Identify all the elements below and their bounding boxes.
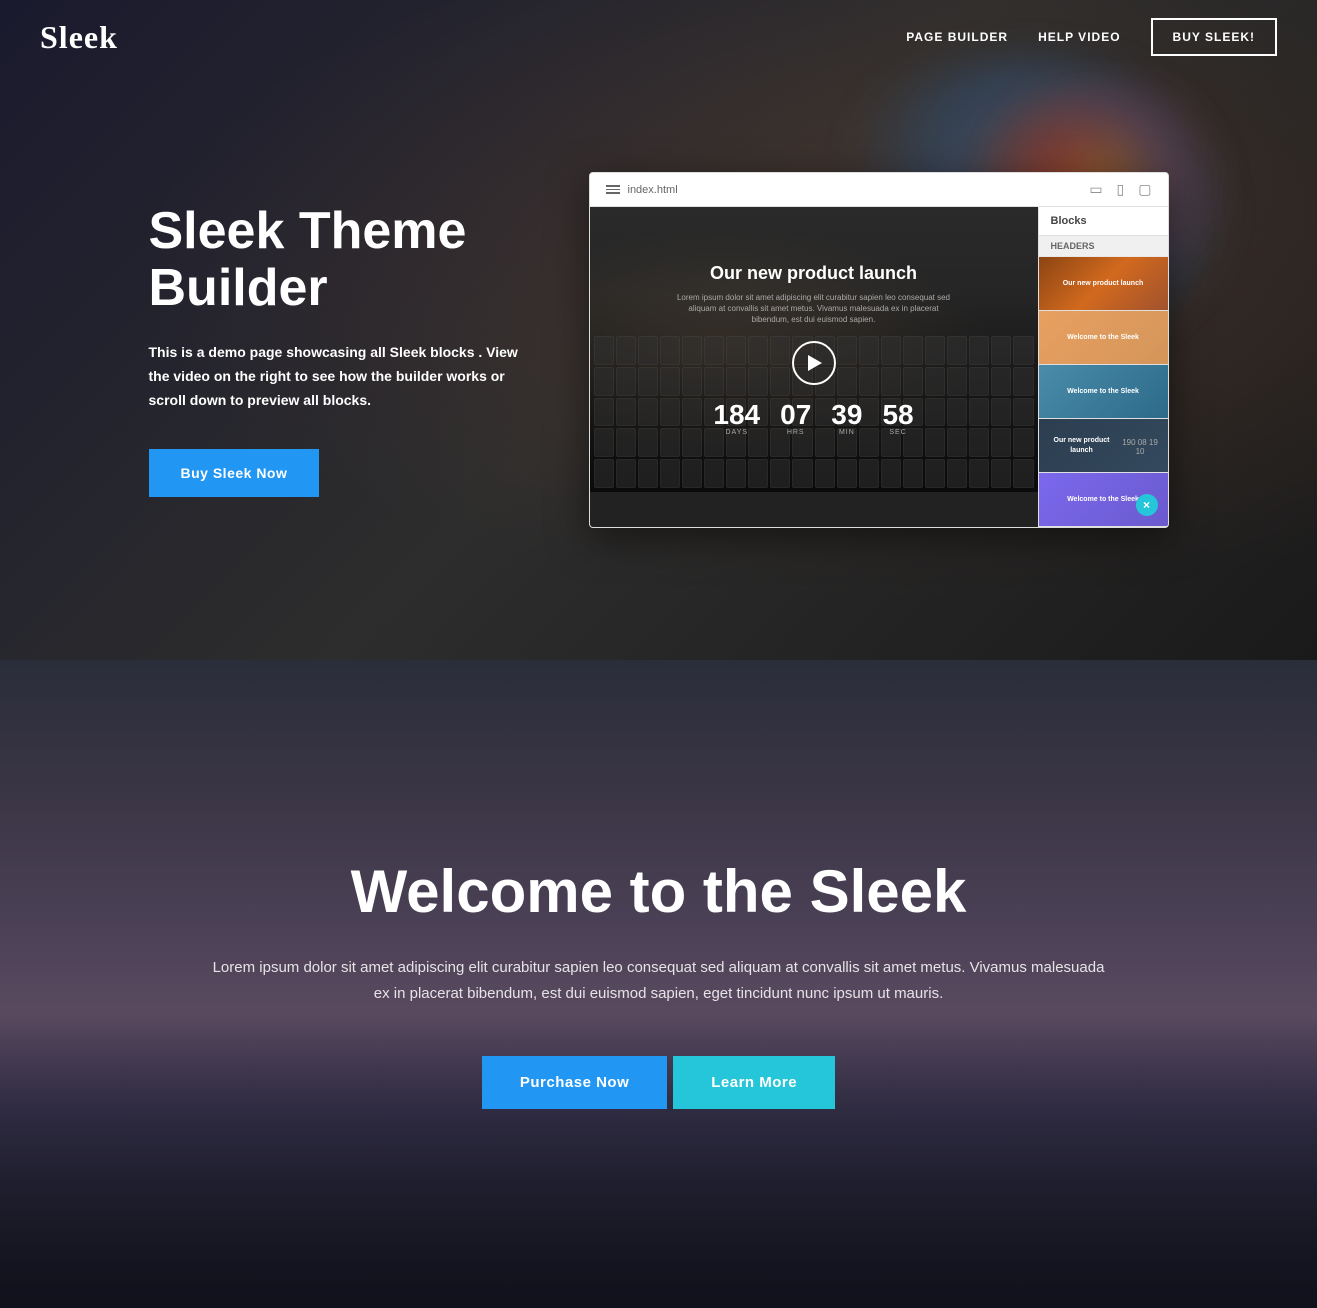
- countdown-days-label: DAYS: [713, 429, 760, 436]
- block-thumb-2-inner: Welcome to the Sleek: [1039, 311, 1168, 364]
- countdown-min-label: MIN: [831, 429, 862, 436]
- welcome-section: Welcome to the Sleek Lorem ipsum dolor s…: [0, 660, 1317, 1308]
- desktop-icon[interactable]: ▭: [1089, 181, 1102, 198]
- countdown-hrs-num: 07: [780, 401, 811, 429]
- countdown-days: 184 DAYS: [713, 401, 760, 436]
- block-thumb-2-text: Welcome to the Sleek: [1067, 333, 1139, 342]
- nav-buy-button[interactable]: BUY SLEEK!: [1151, 18, 1277, 56]
- countdown-timer: 184 DAYS 07 HRS 39 MIN: [674, 401, 954, 436]
- nav-links: PAGE BUILDER HELP VIDEO BUY SLEEK!: [906, 18, 1277, 56]
- countdown-sec: 58 SEC: [882, 401, 913, 436]
- welcome-description: Lorem ipsum dolor sit amet adipiscing el…: [209, 955, 1109, 1006]
- play-button[interactable]: [792, 341, 836, 385]
- builder-topbar-icons: ▭ ▯ ▢: [1089, 181, 1151, 198]
- block-thumb-4-text: Our new product launch: [1045, 436, 1119, 454]
- hero-cta-button[interactable]: Buy Sleek Now: [149, 449, 320, 497]
- block-thumb-4[interactable]: Our new product launch 190 08 19 10: [1039, 419, 1168, 473]
- tablet-icon[interactable]: ▯: [1117, 181, 1125, 198]
- play-icon: [808, 355, 822, 371]
- welcome-content: Welcome to the Sleek Lorem ipsum dolor s…: [209, 859, 1109, 1109]
- block-thumb-3-text: Welcome to the Sleek: [1067, 387, 1139, 396]
- block-thumb-4-inner: Our new product launch 190 08 19 10: [1039, 419, 1168, 472]
- countdown-min: 39 MIN: [831, 401, 862, 436]
- builder-inner-title: Our new product launch: [674, 263, 954, 284]
- countdown-min-num: 39: [831, 401, 862, 429]
- builder-preview: index.html ▭ ▯ ▢: [589, 172, 1169, 528]
- builder-topbar-left: index.html: [606, 184, 678, 196]
- countdown-sec-label: SEC: [882, 429, 913, 436]
- builder-main: Our new product launch Lorem ipsum dolor…: [590, 207, 1038, 527]
- countdown-days-num: 184: [713, 401, 760, 429]
- block-thumbnails: Our new product launch Welcome to the Sl…: [1039, 257, 1168, 527]
- learn-more-button[interactable]: Learn More: [673, 1056, 835, 1109]
- block-thumb-5-text: Welcome to the Sleek: [1067, 495, 1139, 504]
- block-thumb-1-text: Our new product launch: [1063, 279, 1144, 288]
- block-thumb-3-inner: Welcome to the Sleek: [1039, 365, 1168, 418]
- builder-filename: index.html: [628, 184, 678, 196]
- countdown-sec-num: 58: [882, 401, 913, 429]
- nav-link-page-builder[interactable]: PAGE BUILDER: [906, 30, 1008, 44]
- navbar: Sleek PAGE BUILDER HELP VIDEO BUY SLEEK!: [0, 0, 1317, 74]
- hero-description: This is a demo page showcasing all Sleek…: [149, 341, 529, 412]
- builder-topbar: index.html ▭ ▯ ▢: [590, 173, 1168, 207]
- builder-inner-text: Lorem ipsum dolor sit amet adipiscing el…: [674, 292, 954, 326]
- mini-countdown-text: 190 08 19 10: [1119, 438, 1162, 456]
- nav-link-help-video[interactable]: HELP VIDEO: [1038, 30, 1120, 44]
- purchase-button[interactable]: Purchase Now: [482, 1056, 667, 1109]
- menu-icon: [606, 185, 620, 194]
- block-thumb-2[interactable]: Welcome to the Sleek: [1039, 311, 1168, 365]
- mobile-icon[interactable]: ▢: [1138, 181, 1151, 198]
- nav-logo: Sleek: [40, 19, 118, 56]
- countdown-hrs: 07 HRS: [780, 401, 811, 436]
- hero-title: Sleek Theme Builder: [149, 203, 529, 317]
- close-button[interactable]: ×: [1136, 494, 1158, 516]
- blocks-category-headers: HEADERS: [1039, 236, 1168, 257]
- welcome-title: Welcome to the Sleek: [209, 859, 1109, 925]
- builder-sidebar: Blocks HEADERS Our new product launch We…: [1038, 207, 1168, 527]
- hero-left-panel: Sleek Theme Builder This is a demo page …: [149, 203, 529, 497]
- builder-inner-bg: Our new product launch Lorem ipsum dolor…: [590, 207, 1038, 492]
- hero-section: Sleek Theme Builder This is a demo page …: [0, 0, 1317, 660]
- countdown-hrs-label: HRS: [780, 429, 811, 436]
- block-thumb-3[interactable]: Welcome to the Sleek: [1039, 365, 1168, 419]
- block-thumb-1-inner: Our new product launch: [1039, 257, 1168, 310]
- blocks-header: Blocks: [1039, 207, 1168, 236]
- welcome-buttons: Purchase Now Learn More: [209, 1056, 1109, 1109]
- block-thumb-1[interactable]: Our new product launch: [1039, 257, 1168, 311]
- block-thumb-5[interactable]: Welcome to the Sleek ×: [1039, 473, 1168, 527]
- builder-body: Our new product launch Lorem ipsum dolor…: [590, 207, 1168, 527]
- hero-content: Sleek Theme Builder This is a demo page …: [109, 52, 1209, 608]
- builder-hero-content: Our new product launch Lorem ipsum dolor…: [654, 243, 974, 457]
